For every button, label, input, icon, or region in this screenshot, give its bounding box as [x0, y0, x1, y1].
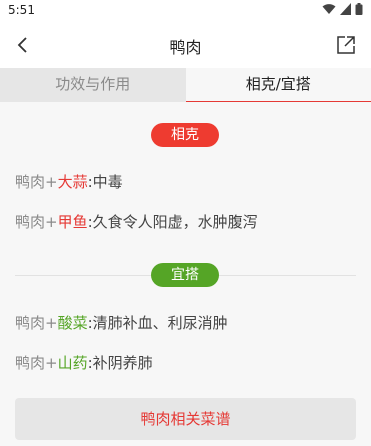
paired-food: 酸菜: [57, 314, 88, 332]
status-time: 5:51: [8, 3, 35, 17]
conflict-badge: 相克: [151, 123, 219, 147]
wifi-icon: [322, 4, 336, 14]
tab-effects[interactable]: 功效与作用: [0, 68, 186, 102]
plus-sign: +: [45, 354, 58, 372]
tab-compatibility[interactable]: 相克/宜搭: [185, 68, 371, 102]
page-title: 鸭肉: [169, 38, 202, 57]
battery-icon: [355, 3, 363, 15]
effect-text: 补阴养肺: [92, 354, 153, 372]
base-food: 鸭肉: [15, 354, 46, 372]
status-bar: 5:51: [0, 0, 371, 22]
paired-food: 大蒜: [57, 173, 88, 191]
paired-food: 甲鱼: [57, 213, 88, 231]
status-icons: [322, 3, 363, 15]
effect-text: 清肺补血、利尿消肿: [92, 314, 228, 332]
base-food: 鸭肉: [15, 314, 46, 332]
base-food: 鸭肉: [15, 173, 46, 191]
suitable-badge: 宜搭: [151, 263, 219, 287]
suitable-row: 鸭肉+山药:补阴养肺: [15, 352, 153, 373]
effect-text: 久食令人阳虚，水肿腹泻: [92, 213, 258, 231]
conflict-row: 鸭肉+大蒜:中毒: [15, 171, 123, 192]
related-recipes-button[interactable]: 鸭肉相关菜谱: [15, 398, 356, 440]
effect-text: 中毒: [92, 173, 123, 191]
plus-sign: +: [45, 173, 58, 191]
tab-bar: 功效与作用 相克/宜搭: [0, 68, 371, 102]
conflict-row: 鸭肉+甲鱼:久食令人阳虚，水肿腹泻: [15, 211, 258, 232]
app-bar: 鸭肉: [0, 22, 371, 68]
paired-food: 山药: [57, 354, 88, 372]
plus-sign: +: [45, 314, 58, 332]
signal-icon: [340, 3, 351, 15]
base-food: 鸭肉: [15, 213, 46, 231]
plus-sign: +: [45, 213, 58, 231]
share-icon[interactable]: [335, 34, 357, 56]
suitable-row: 鸭肉+酸菜:清肺补血、利尿消肿: [15, 312, 228, 333]
